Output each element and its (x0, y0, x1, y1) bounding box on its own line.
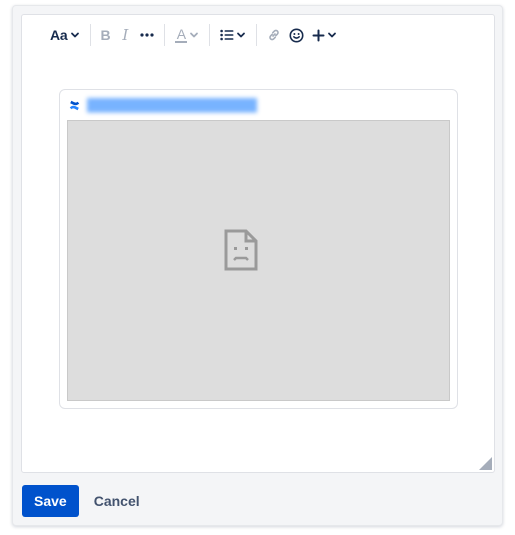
link-button[interactable] (263, 21, 285, 49)
text-style-dropdown[interactable]: Aa (46, 21, 84, 49)
embedded-page-card[interactable]: ████████████████████ (59, 89, 458, 409)
embed-header: ████████████████████ (69, 97, 257, 113)
insert-dropdown[interactable] (308, 21, 341, 49)
editor-toolbar: Aa B I A (22, 15, 494, 55)
toolbar-divider (164, 24, 166, 46)
text-color-icon: A (175, 26, 188, 43)
toolbar-divider (89, 24, 91, 46)
bold-button[interactable]: B (97, 21, 115, 49)
emoji-icon (289, 28, 304, 42)
chevron-down-icon (70, 32, 79, 38)
toolbar-divider (209, 24, 211, 46)
editor-footer: Save Cancel (22, 485, 150, 517)
link-icon (269, 29, 280, 41)
chevron-down-icon (237, 32, 246, 38)
text-color-dropdown[interactable]: A (171, 21, 203, 49)
bold-label: B (100, 27, 111, 43)
confluence-logo-icon (69, 100, 80, 110)
plus-icon (312, 29, 325, 41)
broken-page-icon (224, 229, 258, 271)
editor-panel: Aa B I A ████████████████████ Save Cance… (12, 5, 503, 526)
resize-handle-icon[interactable] (479, 457, 492, 470)
list-dropdown[interactable] (216, 21, 250, 49)
italic-label: I (122, 26, 129, 44)
embed-frame (67, 120, 450, 401)
italic-button[interactable]: I (118, 21, 132, 49)
more-dots-icon (140, 33, 154, 37)
emoji-button[interactable] (285, 21, 308, 49)
chevron-down-icon (190, 32, 199, 38)
text-style-label: Aa (50, 27, 68, 43)
more-formatting-button[interactable] (136, 21, 158, 49)
toolbar-divider (256, 24, 258, 46)
cancel-button[interactable]: Cancel (84, 485, 150, 517)
bulleted-list-icon (220, 29, 234, 41)
editor-area[interactable]: Aa B I A ████████████████████ (21, 14, 495, 473)
embed-title[interactable]: ████████████████████ (87, 98, 257, 112)
text-color-label: A (176, 26, 186, 42)
save-button[interactable]: Save (22, 485, 79, 517)
chevron-down-icon (328, 32, 337, 38)
